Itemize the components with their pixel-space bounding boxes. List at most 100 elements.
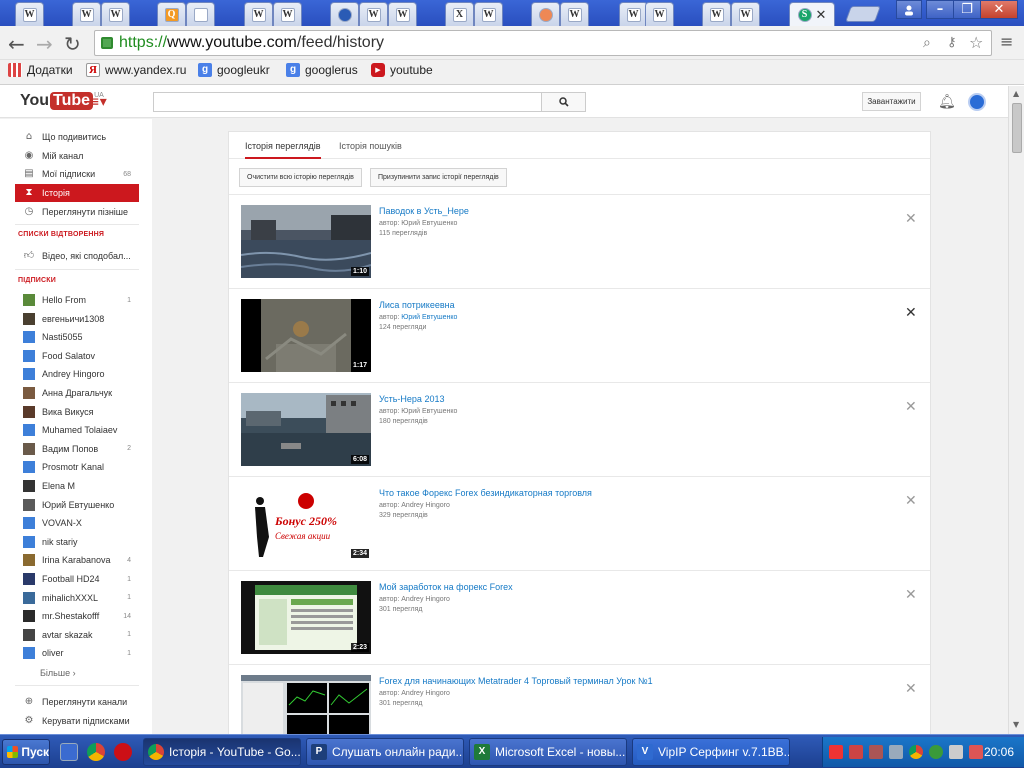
tray-app-icon[interactable] [929, 745, 943, 759]
taskbar-window-button[interactable]: X Microsoft Excel - новы... [469, 738, 627, 766]
browser-tab[interactable]: W [15, 2, 44, 26]
sidebar-item-watch-later[interactable]: ◷ Переглянути пізніше [15, 203, 139, 221]
browser-tab[interactable]: W [359, 2, 388, 26]
close-tab-icon[interactable]: ✕ [816, 7, 827, 23]
browser-tab[interactable]: W [244, 2, 273, 26]
restore-window-button[interactable]: ❐ [953, 0, 981, 19]
video-title-link[interactable]: Что такое Форекс Forex безиндикаторная т… [379, 488, 592, 498]
tab-search-history[interactable]: Історія пошуків [339, 141, 402, 157]
browser-tab[interactable]: W [101, 2, 130, 26]
sidebar-subscription[interactable]: mr.Shestakofff 14 [15, 607, 139, 625]
remove-from-history-icon[interactable]: ✕ [905, 211, 917, 227]
browser-tab[interactable]: W [273, 2, 302, 26]
tray-antivirus-icon[interactable] [829, 745, 843, 759]
video-title-link[interactable]: Мой заработок на форекс Forex [379, 582, 513, 592]
browser-tab[interactable] [531, 2, 560, 26]
tray-chrome-icon[interactable] [909, 745, 923, 759]
browse-channels-link[interactable]: ⊕ Переглянути канали [15, 693, 139, 711]
minimize-window-button[interactable]: – [926, 0, 954, 19]
browser-tab[interactable]: X [445, 2, 474, 26]
author-link[interactable]: Andrey Hingoro [401, 596, 450, 603]
close-window-button[interactable]: ✕ [980, 0, 1018, 19]
tray-network-icon[interactable] [889, 745, 903, 759]
sidebar-subscription[interactable]: Irina Karabanova 4 [15, 551, 139, 569]
sidebar-subscription[interactable]: Вадим Попов 2 [15, 440, 139, 458]
bookmark-yandex[interactable]: Я www.yandex.ru [86, 63, 186, 77]
scrollbar-thumb[interactable] [1012, 103, 1022, 153]
notifications-bell-icon[interactable]: 🔔︎ [938, 94, 956, 110]
pause-history-button[interactable]: Призупинити запис історії переглядів [370, 168, 507, 187]
volume-icon[interactable] [949, 745, 963, 759]
remove-from-history-icon[interactable]: ✕ [905, 493, 917, 509]
remove-from-history-icon[interactable]: ✕ [905, 681, 917, 697]
tray-app-icon[interactable] [969, 745, 983, 759]
sidebar-subscription[interactable]: евгеньичи1308 [15, 310, 139, 328]
tab-watch-history[interactable]: Історія переглядів [245, 141, 321, 159]
sidebar-subscription[interactable]: nik stariy [15, 533, 139, 551]
browser-tab[interactable]: W [72, 2, 101, 26]
browser-tab[interactable] [330, 2, 359, 26]
taskbar-window-button[interactable]: V VipIP Серфинг v.7.1BB... [632, 738, 790, 766]
taskbar-window-button[interactable]: Історія - YouTube - Go... [143, 738, 301, 766]
sidebar-item-liked-videos[interactable]: 👍︎ Відео, які сподобал... [15, 247, 139, 265]
sidebar-subscription[interactable]: Muhamed Tolaiaev [15, 421, 139, 439]
browser-tab-active[interactable]: S ✕ [789, 2, 835, 26]
browser-tab[interactable] [186, 2, 215, 26]
bookmark-star-icon[interactable]: ☆ [969, 33, 983, 52]
show-desktop-icon[interactable] [60, 743, 78, 761]
sidebar-subscription[interactable]: Nasti5055 [15, 328, 139, 346]
browser-tab[interactable]: Q [157, 2, 186, 26]
menu-icon[interactable]: ≡ [1000, 32, 1013, 51]
author-link[interactable]: Юрий Евтушенко [401, 314, 457, 321]
remove-from-history-icon[interactable]: ✕ [905, 399, 917, 415]
sidebar-subscription[interactable]: Юрий Евтушенко [15, 496, 139, 514]
author-link[interactable]: Юрий Евтушенко [401, 408, 457, 415]
browser-tab[interactable]: W [702, 2, 731, 26]
tray-network-x-icon[interactable] [869, 745, 883, 759]
author-link[interactable]: Юрий Евтушенко [401, 220, 457, 227]
video-title-link[interactable]: Усть-Нера 2013 [379, 394, 444, 404]
address-bar[interactable]: https://www.youtube.com/feed/history ⌕ ⚷… [94, 30, 992, 56]
sidebar-subscription[interactable]: Andrey Hingoro [15, 365, 139, 383]
video-title-link[interactable]: Forex для начинающих Metatrader 4 Торгов… [379, 676, 653, 686]
back-icon[interactable]: ← [8, 32, 25, 56]
browser-tab[interactable]: W [388, 2, 417, 26]
sidebar-subscription[interactable]: oliver 1 [15, 644, 139, 662]
search-input[interactable] [153, 92, 542, 112]
scroll-up-icon[interactable]: ▲ [1013, 89, 1019, 98]
search-button[interactable] [541, 92, 586, 112]
start-button[interactable]: Пуск [2, 739, 50, 765]
profile-icon[interactable] [896, 0, 922, 19]
author-link[interactable]: Andrey Hingoro [401, 690, 450, 697]
sidebar-subscription[interactable]: VOVAN-X [15, 514, 139, 532]
more-subscriptions-link[interactable]: Більше › [15, 664, 139, 682]
video-title-link[interactable]: Паводок в Усть_Нере [379, 206, 469, 216]
page-scrollbar[interactable]: ▲ ▼ [1008, 86, 1024, 734]
tray-network-x-icon[interactable] [849, 745, 863, 759]
video-thumbnail[interactable] [241, 675, 371, 734]
remove-from-history-icon[interactable]: ✕ [905, 305, 917, 321]
sidebar-item-my-subscriptions[interactable]: ▤ Мої підписки 68 [15, 165, 139, 183]
forward-icon[interactable]: → [36, 32, 53, 56]
manage-subscriptions-link[interactable]: ⚙ Керувати підписками [15, 712, 139, 730]
key-icon[interactable]: ⚷ [947, 35, 957, 50]
scroll-down-icon[interactable]: ▼ [1013, 720, 1019, 729]
browser-tab[interactable]: W [645, 2, 674, 26]
url-text[interactable]: https://www.youtube.com/feed/history [119, 34, 384, 52]
browser-tab[interactable]: W [560, 2, 589, 26]
account-avatar[interactable] [968, 93, 986, 111]
opera-quicklaunch-icon[interactable] [114, 743, 132, 761]
video-thumbnail[interactable]: 2:23 [241, 581, 371, 654]
sidebar-item-my-channel[interactable]: ◉ Мій канал [15, 147, 139, 165]
sidebar-subscription[interactable]: Hello From 1 [15, 291, 139, 309]
upload-button[interactable]: Завантажити [862, 92, 921, 111]
video-thumbnail[interactable]: 1:17 [241, 299, 371, 372]
bookmark-googlerus[interactable]: g googlerus [286, 63, 358, 77]
video-thumbnail[interactable]: 1:10 [241, 205, 371, 278]
bookmark-googleukr[interactable]: g googleukr [198, 63, 270, 77]
video-thumbnail[interactable]: Бонус 250% Свежая акции 2:34 [241, 487, 371, 560]
new-tab-button[interactable] [845, 6, 881, 22]
video-title-link[interactable]: Лиса потрикеевна [379, 300, 455, 310]
sidebar-subscription[interactable]: avtar skazak 1 [15, 626, 139, 644]
sidebar-subscription[interactable]: Football HD24 1 [15, 570, 139, 588]
